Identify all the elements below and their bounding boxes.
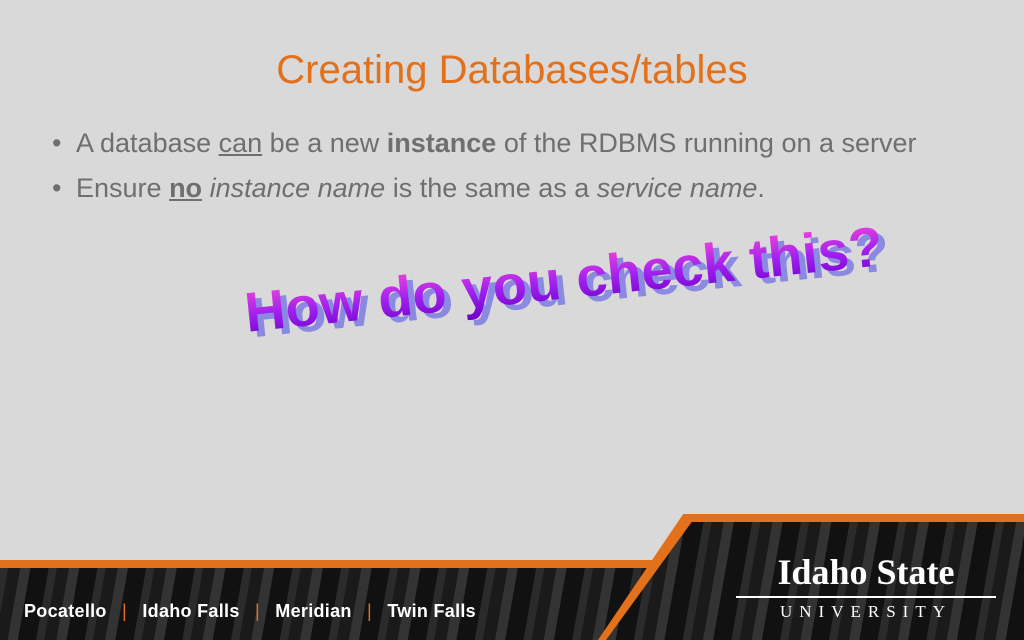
- separator: |: [255, 601, 260, 621]
- separator: |: [367, 601, 372, 621]
- campus-2: Idaho Falls: [142, 601, 239, 621]
- text: of the RDBMS running on a server: [496, 128, 916, 158]
- campus-1: Pocatello: [24, 601, 107, 621]
- campus-3: Meridian: [275, 601, 351, 621]
- text-bold-underlined: no: [169, 173, 202, 203]
- logo-line2: UNIVERSITY: [736, 602, 996, 622]
- text-italic: instance name: [210, 173, 386, 203]
- slide: Creating Databases/tables A database can…: [0, 0, 1024, 640]
- text: Ensure: [76, 173, 169, 203]
- text: be a new: [262, 128, 387, 158]
- text-bold: instance: [387, 128, 497, 158]
- callout-text: How do you check this?: [242, 214, 886, 344]
- bullet-list: A database can be a new instance of the …: [48, 126, 976, 215]
- logo-divider: [736, 596, 996, 598]
- logo-line1: Idaho State: [736, 554, 996, 590]
- campus-list: Pocatello | Idaho Falls | Meridian | Twi…: [24, 601, 476, 622]
- logo-text: Idaho State UNIVERSITY: [736, 554, 996, 622]
- university-logo: Idaho State UNIVERSITY: [684, 520, 1024, 640]
- campus-4: Twin Falls: [387, 601, 476, 621]
- bullet-2: Ensure no instance name is the same as a…: [48, 171, 976, 206]
- slide-title: Creating Databases/tables: [0, 48, 1024, 93]
- text: [202, 173, 210, 203]
- text: .: [757, 173, 765, 203]
- text-italic: service name: [597, 173, 758, 203]
- text: is the same as a: [385, 173, 597, 203]
- footer: Pocatello | Idaho Falls | Meridian | Twi…: [0, 560, 1024, 640]
- bullet-1: A database can be a new instance of the …: [48, 126, 976, 161]
- text: A database: [76, 128, 219, 158]
- text-underlined: can: [219, 128, 263, 158]
- callout-wordart: How do you check this? How do you check …: [242, 213, 886, 345]
- separator: |: [122, 601, 127, 621]
